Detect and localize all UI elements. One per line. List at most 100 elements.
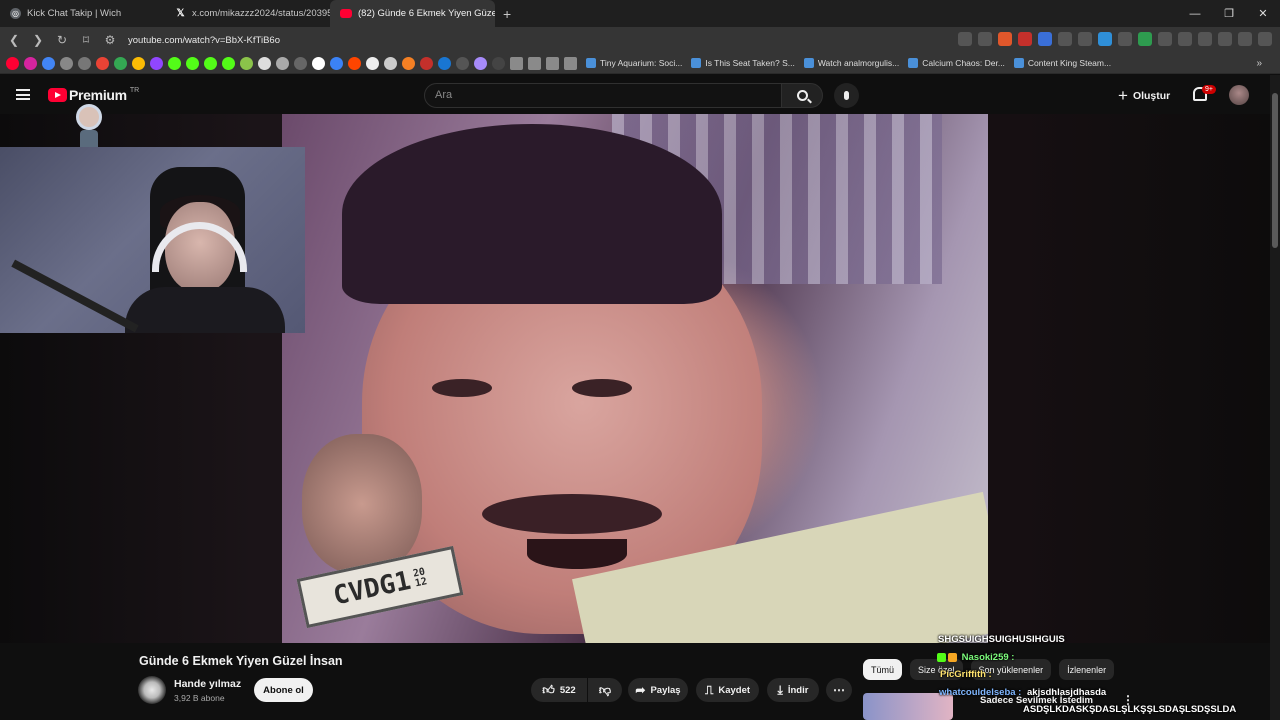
close-window-icon[interactable]: ✕ [1246,0,1280,27]
forward-icon[interactable]: ❯ [28,30,48,50]
video-frame[interactable]: CVDG1 20 12 [282,114,988,643]
share-icon: ➦ [635,683,646,697]
steam-icon [908,58,919,68]
extension-icon[interactable] [1058,32,1072,46]
download-button[interactable]: ⤓ İndir [767,678,819,702]
extension-icon[interactable] [1158,32,1172,46]
bookmark-item[interactable]: Is This Seat Taken? S... [691,58,795,68]
extension-icon[interactable] [978,32,992,46]
search-input[interactable]: Ara [424,83,782,108]
bookmark-favicon[interactable] [6,56,19,70]
bookmark-label: Is This Seat Taken? S... [705,58,795,68]
playlist-icon[interactable] [1218,32,1232,46]
channel-avatar[interactable] [138,676,166,704]
bookmark-favicon[interactable] [258,56,271,70]
back-icon[interactable]: ❮ [4,30,24,50]
bookmark-favicon[interactable] [402,56,415,70]
bookmark-favicon[interactable] [294,56,307,70]
extension-icon[interactable] [1078,32,1092,46]
create-button[interactable]: + Oluştur [1118,86,1170,106]
bookmark-favicon[interactable] [24,56,37,70]
page-scrollbar[interactable] [1270,75,1280,720]
bookmark-favicon[interactable] [96,56,109,70]
reload-icon[interactable]: ↻ [52,30,72,50]
scrollbar-thumb[interactable] [1272,93,1278,248]
bookmark-favicon[interactable] [132,56,145,70]
subscribe-button[interactable]: Abone ol [254,678,313,702]
bookmark-favicon[interactable] [60,56,73,70]
hamburger-menu-icon[interactable] [16,89,30,100]
restore-icon[interactable]: ❐ [1212,0,1246,27]
bookmark-favicon[interactable] [474,56,487,70]
bookmark-favicon[interactable] [240,56,253,70]
youtube-logo[interactable]: Premium TR [48,87,139,103]
browser-tab-youtube[interactable]: (82) Günde 6 Ekmek Yiyen Güzel ✕ [330,0,495,27]
address-bar[interactable]: youtube.com/watch?v=BbX-KfTiB6o [128,35,280,46]
bookmark-favicon[interactable] [420,56,433,70]
create-label: Oluştur [1132,90,1171,102]
extension-icon[interactable] [1038,32,1052,46]
browser-tab-x[interactable]: 𝕏 x.com/mikazzz2024/status/20395392... [165,0,330,27]
extension-icon[interactable] [998,32,1012,46]
more-actions-button[interactable]: ⋯ [826,678,852,702]
voice-search-button[interactable] [834,83,859,108]
bookmark-favicon[interactable] [312,56,325,70]
bookmark-favicon[interactable] [438,56,451,70]
bookmark-favicon[interactable] [276,56,289,70]
bookmark-favicon[interactable] [42,56,55,70]
bookmark-label: Content King Steam... [1027,58,1112,68]
bookmark-favicon[interactable] [186,56,199,70]
bookmark-icon[interactable]: ⌑ [76,30,96,50]
bookmark-favicon[interactable] [384,56,397,70]
bookmark-favicon[interactable] [78,56,91,70]
save-button[interactable]: ⎍ Kaydet [696,678,759,702]
folder-icon[interactable] [546,56,559,70]
bookmark-item[interactable]: Calcium Chaos: Der... [908,58,1005,68]
bookmark-favicon[interactable] [204,56,217,70]
bookmark-item[interactable]: Tiny Aquarium: Soci... [586,58,682,68]
notification-badge: 9+ [1202,85,1216,94]
profile-icon[interactable] [1238,32,1252,46]
browser-tab-kick[interactable]: ◎ Kick Chat Takip | Wich [0,0,165,27]
search-button[interactable] [781,83,823,108]
extension-icon[interactable] [1018,32,1032,46]
puzzle-icon[interactable] [1178,32,1192,46]
video-person-eye [432,379,492,397]
extension-icon[interactable] [1118,32,1132,46]
bookmark-favicon[interactable] [168,56,181,70]
video-person-mouth [527,539,627,569]
chat-message: PicGriffith : [940,669,995,680]
chip-all[interactable]: Tümü [863,659,903,680]
folder-icon[interactable] [564,56,577,70]
bookmark-favicon[interactable] [114,56,127,70]
bookmark-item[interactable]: Watch analmorgulis... [803,58,899,68]
new-tab-button[interactable]: + [503,6,511,22]
extension-icon[interactable] [1138,32,1152,46]
share-button[interactable]: ➦ Paylaş [628,678,688,702]
bookmark-favicon[interactable] [456,56,469,70]
extension-icon[interactable] [1098,32,1112,46]
bookmark-favicon[interactable] [348,56,361,70]
bookmark-favicon[interactable] [492,56,505,70]
minimize-icon[interactable]: — [1178,0,1212,27]
bookmark-favicon[interactable] [330,56,343,70]
bookmark-favicon[interactable] [366,56,379,70]
avatar[interactable] [1229,85,1249,105]
bookmark-favicon[interactable] [150,56,163,70]
like-button[interactable]: 👍︎ 522 [531,678,587,702]
menu-icon[interactable] [1258,32,1272,46]
bookmark-item[interactable]: Content King Steam... [1013,58,1112,68]
folder-icon[interactable] [510,56,523,70]
site-info-icon[interactable]: ⚙ [100,30,120,50]
extension-icon[interactable] [958,32,972,46]
tab-label: (82) Günde 6 Ekmek Yiyen Güzel [358,8,495,19]
folder-icon[interactable] [528,56,541,70]
bookmark-favicon[interactable] [222,56,235,70]
channel-name[interactable]: Hande yılmaz [174,678,241,690]
subscriber-count: 3,92 B abone [174,693,225,703]
globe-icon: ◎ [10,8,21,19]
more-bookmarks-icon[interactable]: » [1256,58,1262,69]
dislike-button[interactable]: 👎︎ [588,678,622,702]
sidebar-icon[interactable] [1198,32,1212,46]
video-title: Günde 6 Ekmek Yiyen Güzel İnsan [139,654,343,668]
